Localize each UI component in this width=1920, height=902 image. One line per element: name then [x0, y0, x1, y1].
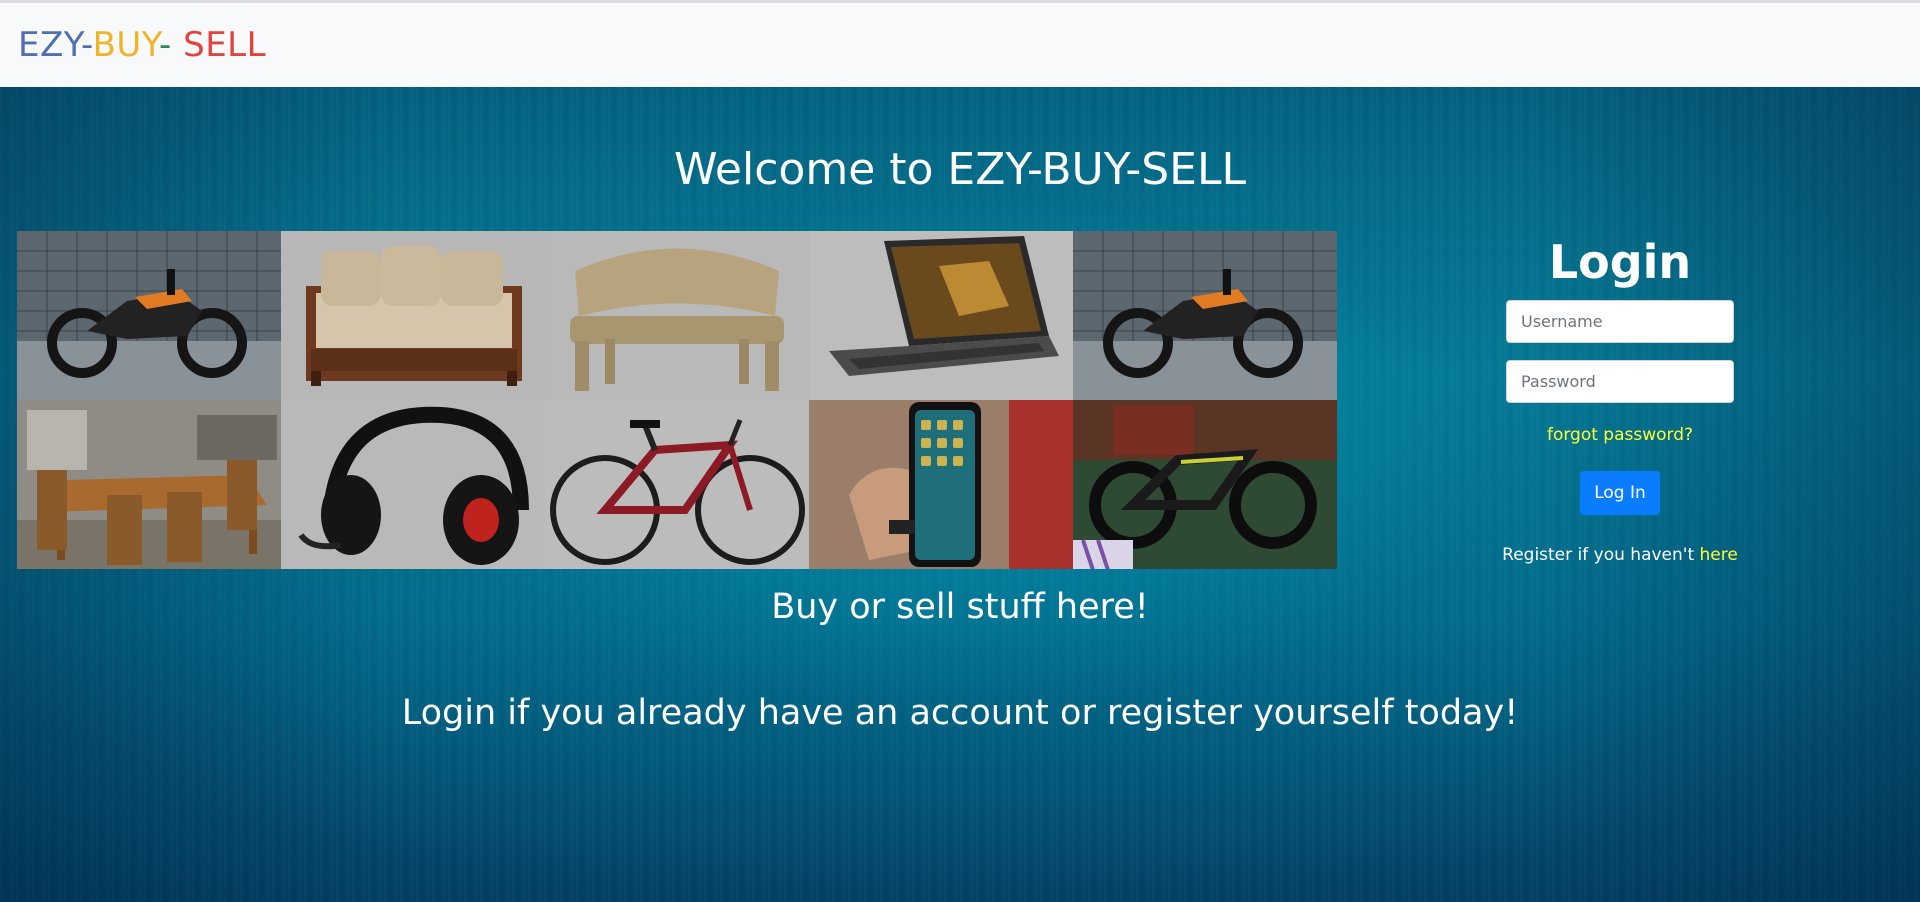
electric-bike-image — [1073, 400, 1337, 569]
brand-part-dash-1: - — [81, 25, 93, 65]
password-input[interactable] — [1506, 360, 1734, 403]
sofa-image — [281, 231, 545, 400]
login-panel: Login forgot password? Log In Register i… — [1500, 232, 1740, 565]
laptop-image — [809, 231, 1073, 400]
brand-part-ezy: EZY — [18, 25, 82, 65]
gallery-tile-dining-table — [17, 400, 281, 569]
login-title: Login — [1548, 235, 1692, 289]
register-prompt: Register if you haven't here — [1500, 545, 1740, 565]
welcome-heading: Welcome to EZY-BUY-SELL — [674, 144, 1246, 195]
gallery-tile-chair — [545, 231, 809, 400]
log-in-button[interactable]: Log In — [1580, 471, 1660, 515]
forgot-password-link[interactable]: forgot password? — [1500, 425, 1740, 445]
dining-table-image — [17, 400, 281, 569]
product-gallery — [17, 231, 1337, 570]
motorcycle-image — [17, 231, 281, 400]
gallery-tile-headphones — [281, 400, 545, 569]
bicycle-image — [545, 400, 809, 569]
tagline-heading: Buy or sell stuff here! — [771, 587, 1149, 627]
navbar: EZY-BUY- SELL — [0, 3, 1920, 87]
brand-part-dash-2: - — [159, 25, 172, 65]
brand-part-buy: BUY — [92, 25, 160, 65]
gallery-tile-smartphone — [809, 400, 1073, 569]
gallery-tile-bicycle — [545, 400, 809, 569]
register-link[interactable]: here — [1700, 545, 1738, 565]
hero-section: Welcome to EZY-BUY-SELL Buy or sell stuf… — [0, 87, 1920, 902]
smartphone-image — [809, 400, 1073, 569]
plastic-chair-image — [545, 231, 809, 400]
register-text: Register if you haven't — [1502, 545, 1700, 565]
gallery-tile-motorcycle-1 — [17, 231, 281, 400]
gallery-tile-sofa — [281, 231, 545, 400]
motorcycle-image — [1073, 231, 1337, 400]
brand-logo-link[interactable]: EZY-BUY- SELL — [18, 25, 266, 65]
gallery-tile-motorcycle-2 — [1073, 231, 1337, 400]
brand-part-sell: SELL — [171, 25, 267, 65]
subline-heading: Login if you already have an account or … — [401, 693, 1519, 733]
headphones-image — [281, 400, 545, 569]
username-input[interactable] — [1506, 300, 1734, 343]
gallery-tile-laptop — [809, 231, 1073, 400]
gallery-tile-electric-bike — [1073, 400, 1337, 569]
